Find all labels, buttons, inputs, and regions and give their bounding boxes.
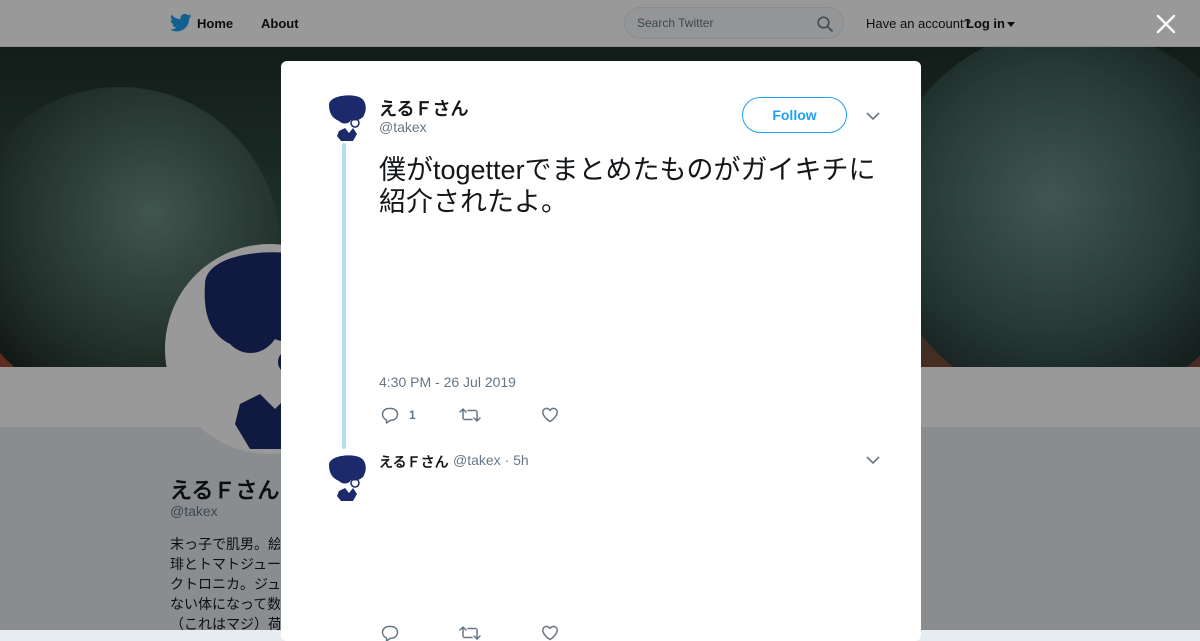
close-icon[interactable]	[1154, 12, 1178, 36]
reply-author-handle[interactable]: @takex	[453, 452, 501, 468]
reply-count: 1	[409, 408, 416, 422]
retweet-icon[interactable]	[459, 406, 481, 424]
reply-time[interactable]: · 5h	[505, 452, 529, 468]
reply-author-meta[interactable]: @takex · 5h	[453, 452, 529, 468]
tweet-timestamp[interactable]: 4:30 PM - 26 Jul 2019	[379, 374, 516, 390]
tweet-permalink-modal: えるＦさん @takex Follow 僕がtogetterでまとめたものがガイ…	[281, 61, 921, 641]
tweet-author-name[interactable]: えるＦさん	[379, 95, 468, 121]
thread-connector-line	[342, 143, 346, 449]
chevron-down-icon[interactable]	[865, 452, 881, 468]
reply-icon[interactable]	[381, 406, 399, 424]
tweet-text: 僕がtogetterでまとめたものがガイキチに紹介されたよ。	[379, 155, 876, 217]
retweet-action[interactable]	[459, 406, 499, 424]
follow-button[interactable]: Follow	[742, 97, 847, 133]
reply-action-2[interactable]	[381, 624, 401, 641]
chevron-down-icon[interactable]	[865, 108, 881, 124]
reply-icon[interactable]	[381, 624, 399, 641]
tweet-author-avatar[interactable]	[327, 93, 367, 141]
tweet-author-handle[interactable]: @takex	[379, 119, 427, 135]
reply-author-name[interactable]: えるＦさん	[379, 452, 449, 472]
reply-author-avatar[interactable]	[327, 453, 367, 501]
retweet-action-2[interactable]	[459, 624, 483, 641]
retweet-icon[interactable]	[459, 624, 481, 641]
reply-action[interactable]: 1	[381, 406, 421, 424]
like-action[interactable]	[541, 406, 581, 424]
heart-icon[interactable]	[541, 624, 559, 641]
like-action-2[interactable]	[541, 624, 561, 641]
heart-icon[interactable]	[541, 406, 559, 424]
